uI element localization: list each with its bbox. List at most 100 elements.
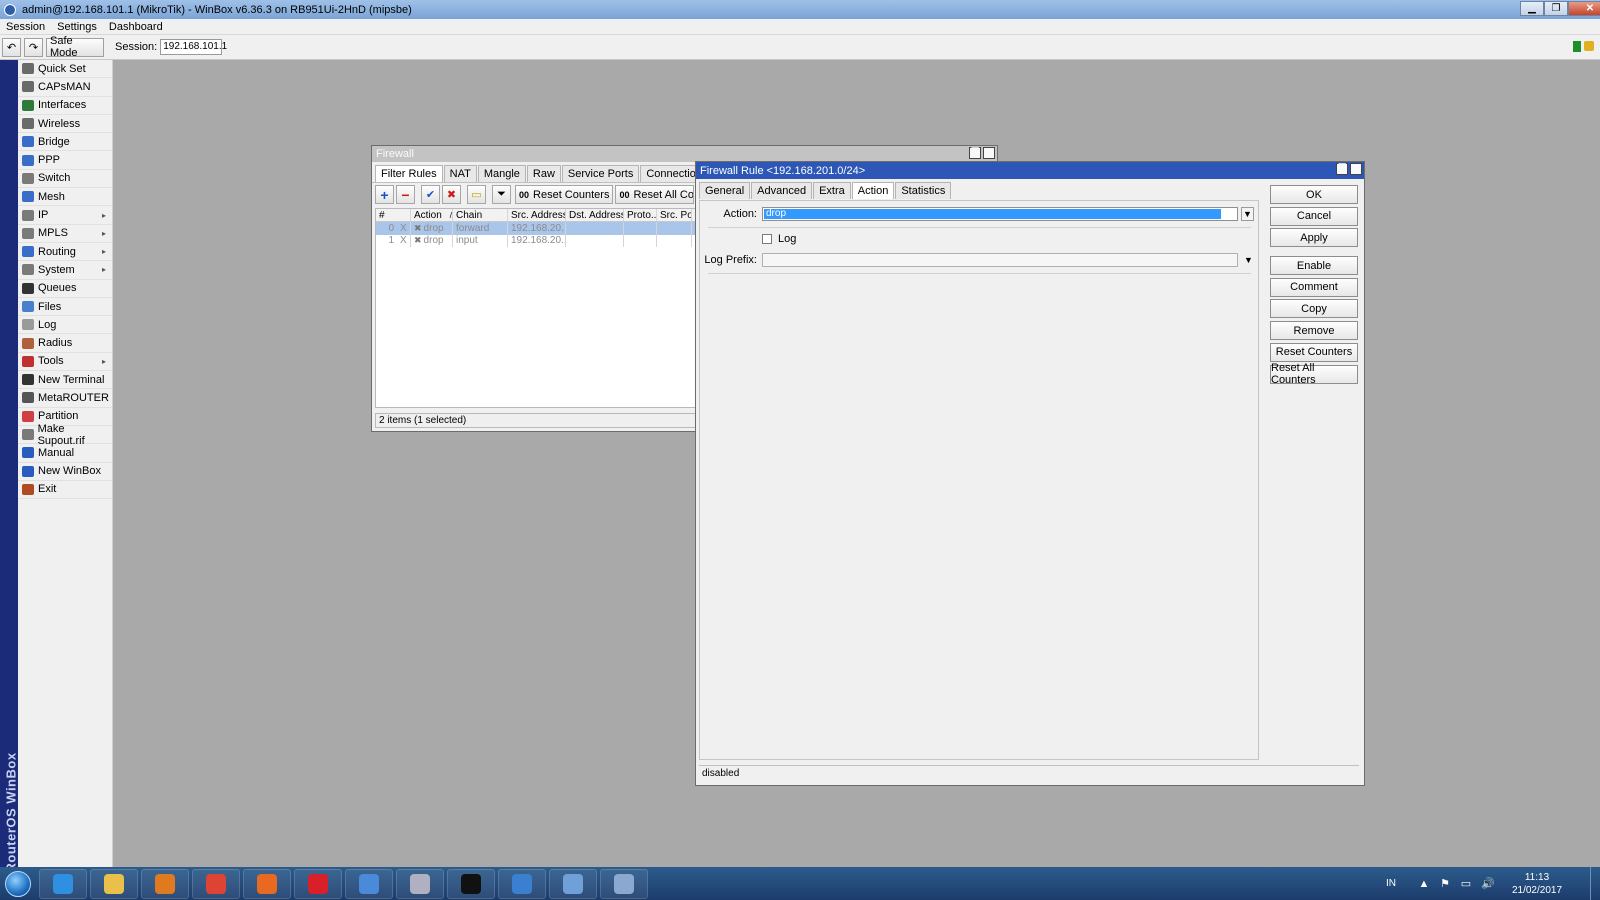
column-header[interactable]: # [376,209,411,221]
sidebar-item-radius[interactable]: Radius [18,334,112,353]
reset-all-counters-button[interactable]: 00 Reset All Counters [615,185,695,204]
log-prefix-dropdown-icon[interactable]: ▼ [1244,255,1253,265]
sidebar-item-bridge[interactable]: Bridge [18,133,112,152]
reset-counters-button[interactable]: Reset Counters [1270,342,1358,362]
sidebar-item-ppp[interactable]: PPP [18,151,112,170]
sidebar-item-mpls[interactable]: MPLS ▸ [18,225,112,243]
rule-close-button[interactable]: ✕ [1350,163,1362,175]
sidebar-item-metarouter[interactable]: MetaROUTER [18,389,112,408]
tab-raw[interactable]: Raw [526,165,561,182]
taskbar-network-button[interactable] [345,868,393,899]
firewall-maximize-button[interactable]: ❐ [969,147,981,159]
taskbar-cmd-button[interactable] [447,868,495,899]
firewall-close-button[interactable]: ✕ [983,147,995,159]
start-button[interactable] [0,867,36,900]
close-button[interactable]: ✕ [1568,1,1600,16]
enable-button[interactable]: Enable [1270,256,1358,276]
sidebar-item-tools[interactable]: Tools ▸ [18,353,112,372]
add-rule-button[interactable]: + [375,185,394,204]
taskbar-explorer-button[interactable] [90,868,138,899]
comment-button[interactable]: ▭ [467,185,486,204]
column-header[interactable]: Src. Port [657,209,692,221]
comment-button[interactable]: Comment [1270,277,1358,297]
sidebar-item-new-winbox[interactable]: New WinBox [18,463,112,481]
taskbar-firefox-button[interactable] [243,868,291,899]
sidebar-item-ip[interactable]: IP ▸ [18,206,112,225]
rule-tab-advanced[interactable]: Advanced [751,182,813,199]
session-field[interactable]: 192.168.101.1 [160,39,227,55]
sidebar-item-wireless[interactable]: Wireless [18,115,112,134]
enable-rule-button[interactable]: ✔ [421,185,440,204]
safe-mode-button[interactable]: Safe Mode [46,35,104,59]
taskbar-tool-button[interactable] [396,868,444,899]
taskbar-ie-button[interactable] [39,868,87,899]
network-icon[interactable]: ▭ [1460,878,1472,890]
tray-expand-icon[interactable]: ▲ [1418,878,1430,890]
volume-icon[interactable]: 🔊 [1481,878,1495,890]
menu-session[interactable]: Session [6,21,45,33]
copy-button[interactable]: Copy [1270,299,1358,319]
log-checkbox[interactable] [762,234,772,244]
column-header[interactable]: Chain [453,209,508,221]
session-label: Session: [115,41,158,53]
sidebar-item-capsman[interactable]: CAPsMAN [18,78,112,97]
column-header[interactable]: Proto... [624,209,657,221]
action-center-icon[interactable]: ⚑ [1439,878,1451,890]
sidebar-item-interfaces[interactable]: Interfaces [18,97,112,115]
minimize-button[interactable]: ▁ [1520,1,1544,16]
rule-maximize-button[interactable]: ❐ [1336,163,1348,175]
cell-value: forward [456,222,490,234]
reset-counters-button[interactable]: 00 Reset Counters [515,185,614,204]
column-header[interactable]: Dst. Address [566,209,624,221]
taskbar-skype-button[interactable] [498,868,546,899]
taskbar-window-button[interactable] [549,868,597,899]
filter-icon[interactable]: ⏷ [492,185,511,204]
sidebar-item-routing[interactable]: Routing ▸ [18,243,112,262]
taskbar-media-button[interactable] [141,868,189,899]
maximize-button[interactable]: ❐ [1544,1,1568,16]
tab-mangle[interactable]: Mangle [477,165,526,182]
redo-button[interactable]: ↷ [24,37,43,57]
taskbar-chrome-button[interactable] [192,868,240,899]
sidebar-item-exit[interactable]: Exit [18,481,112,500]
sidebar-item-files[interactable]: Files [18,298,112,317]
remove-button[interactable]: Remove [1270,321,1358,341]
sidebar-item-system[interactable]: System ▸ [18,261,112,280]
column-header-label: Proto... [627,209,657,221]
column-header[interactable]: Src. Address [508,209,566,221]
clock[interactable]: 11:13 21/02/2017 [1502,871,1572,897]
undo-button[interactable]: ↶ [2,37,21,57]
action-select[interactable]: drop [762,207,1238,221]
log-prefix-input[interactable] [762,253,1238,267]
sidebar-item-log[interactable]: Log [18,316,112,335]
rule-tab-general[interactable]: General [699,182,751,199]
language-indicator[interactable]: IN [1386,878,1396,889]
sidebar-item-mesh[interactable]: Mesh [18,188,112,207]
sidebar-item-new-terminal[interactable]: New Terminal [18,371,112,390]
reset-all-counters-button[interactable]: Reset All Counters [1270,362,1358,386]
sidebar-item-switch[interactable]: Switch [18,170,112,189]
remove-rule-button[interactable]: − [396,185,415,204]
tab-service-ports[interactable]: Service Ports [561,165,640,182]
sidebar-item-make-supout-rif[interactable]: Make Supout.rif [18,423,112,447]
taskbar-opera-button[interactable] [294,868,342,899]
action-dropdown-icon[interactable]: ▼ [1241,207,1254,221]
terminal-icon [22,374,34,386]
menu-settings[interactable]: Settings [57,21,97,33]
cancel-button[interactable]: Cancel [1270,206,1358,226]
sidebar-item-queues[interactable]: Queues [18,280,112,298]
rule-tab-statistics[interactable]: Statistics [895,182,952,199]
column-header[interactable]: Action / [411,209,453,221]
rule-tab-action[interactable]: Action [851,182,895,199]
sidebar-item-manual[interactable]: Manual [18,444,112,463]
show-desktop-button[interactable] [1590,867,1600,900]
tab-nat[interactable]: NAT [443,165,477,182]
rule-tab-extra[interactable]: Extra [813,182,851,199]
apply-button[interactable]: Apply [1270,228,1358,248]
menu-dashboard[interactable]: Dashboard [109,21,163,33]
taskbar-paint-button[interactable] [600,868,648,899]
ok-button[interactable]: OK [1270,185,1358,204]
tab-filter-rules[interactable]: Filter Rules [375,165,443,182]
sidebar-item-quick-set[interactable]: Quick Set [18,60,112,79]
disable-rule-button[interactable]: ✖ [442,185,461,204]
